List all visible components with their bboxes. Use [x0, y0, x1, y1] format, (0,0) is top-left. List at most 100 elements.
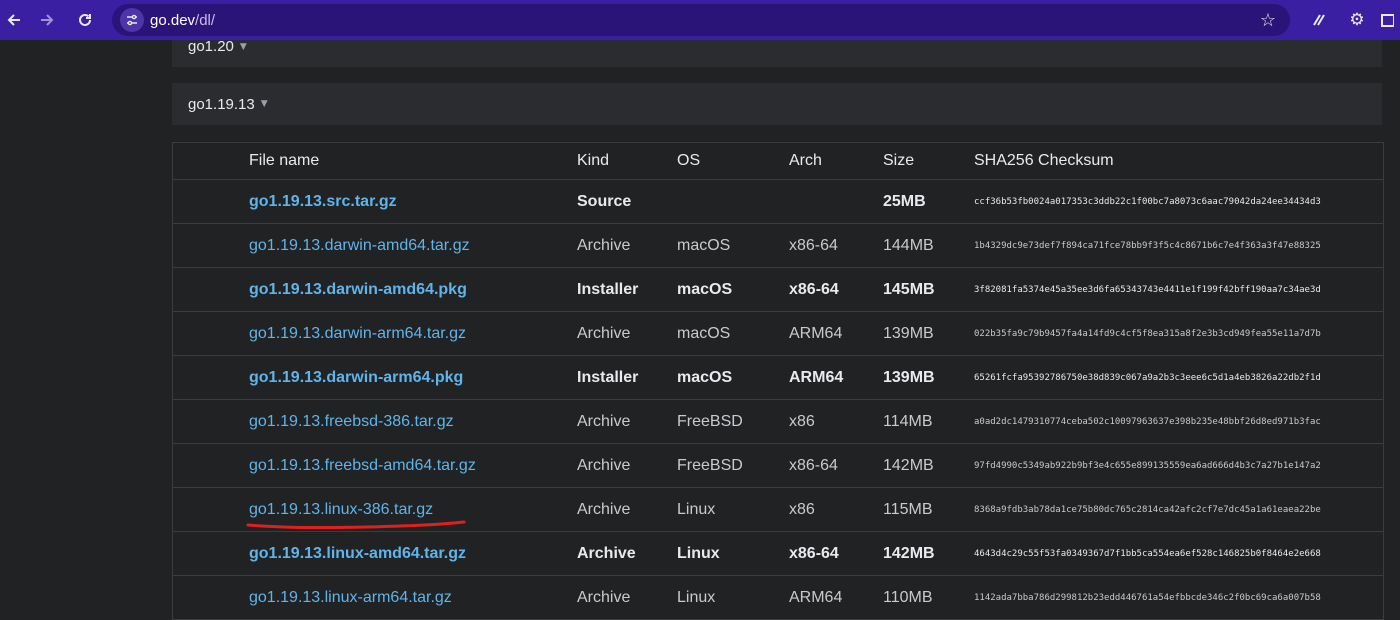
kind-cell: Installer	[577, 355, 677, 400]
checksum-cell: 8368a9fdb3ab78da1ce75b80dc765c2814ca42af…	[974, 487, 1383, 532]
arch-cell: x86-64	[789, 267, 883, 312]
os-cell: Linux	[677, 487, 789, 532]
checksum-cell: ccf36b53fb0024a017353c3ddb22c1f00bc7a807…	[974, 179, 1383, 224]
extension-icon[interactable]	[1304, 0, 1334, 40]
download-link[interactable]: go1.19.13.linux-amd64.tar.gz	[249, 545, 466, 562]
column-header: SHA256 Checksum	[974, 143, 1383, 180]
url-text: go.dev/dl/	[150, 12, 215, 29]
size-cell: 114MB	[883, 399, 974, 444]
arch-cell: x86-64	[789, 223, 883, 268]
file-name-cell: go1.19.13.linux-amd64.tar.gz	[249, 531, 577, 576]
size-cell: 145MB	[883, 267, 974, 312]
checksum-cell: 3f82081fa5374e45a35ee3d6fa65343743e4411e…	[974, 267, 1383, 312]
file-name-cell: go1.19.13.src.tar.gz	[249, 179, 577, 224]
table-row: go1.19.13.freebsd-386.tar.gz Archive FreeB…	[173, 399, 1383, 444]
kind-cell: Archive	[577, 311, 677, 356]
table-row: go1.19.13.linux-arm64.tar.gz Archive Linux…	[173, 575, 1383, 620]
download-link[interactable]: go1.19.13.src.tar.gz	[249, 193, 397, 210]
arch-cell: x86	[789, 487, 883, 532]
kind-cell: Installer	[577, 267, 677, 312]
download-link[interactable]: go1.19.13.linux-arm64.tar.gz	[249, 589, 452, 606]
download-link[interactable]: go1.19.13.darwin-amd64.pkg	[249, 281, 467, 298]
column-header: Arch	[789, 143, 883, 180]
os-cell: macOS	[677, 355, 789, 400]
checksum-cell: 97fd4990c5349ab922b9bf3e4c655e899135559e…	[974, 443, 1383, 488]
file-name-cell: go1.19.13.darwin-arm64.tar.gz	[249, 311, 577, 356]
kind-cell: Archive	[577, 399, 677, 444]
checksum-cell: 1142ada7bba786d299812b23edd446761a54efbb…	[974, 575, 1383, 620]
page-content: go1.20 ▼ go1.19.13 ▼ File name Kind OS A…	[0, 38, 1400, 620]
row-spacer	[173, 355, 249, 400]
size-cell: 110MB	[883, 575, 974, 620]
os-cell: macOS	[677, 311, 789, 356]
row-spacer	[173, 575, 249, 620]
chevron-down-icon: ▼	[239, 42, 247, 52]
file-name-cell: go1.19.13.freebsd-amd64.tar.gz	[249, 443, 577, 488]
download-link[interactable]: go1.19.13.darwin-arm64.pkg	[249, 369, 463, 386]
column-header: Kind	[577, 143, 677, 180]
back-arrow-icon[interactable]	[0, 0, 28, 40]
size-cell: 144MB	[883, 223, 974, 268]
size-cell: 25MB	[883, 179, 974, 224]
table-row: go1.19.13.darwin-arm64.tar.gz Archive macO…	[173, 311, 1383, 356]
row-spacer	[173, 487, 249, 532]
download-link[interactable]: go1.19.13.freebsd-386.tar.gz	[249, 413, 454, 430]
table-row: go1.19.13.linux-amd64.tar.gz Archive Linux…	[173, 531, 1383, 576]
kind-cell: Source	[577, 179, 677, 224]
download-link[interactable]: go1.19.13.freebsd-amd64.tar.gz	[249, 457, 476, 474]
downloads-table: File name Kind OS Arch Size SHA256 Check…	[172, 142, 1384, 620]
size-cell: 142MB	[883, 531, 974, 576]
row-spacer	[173, 267, 249, 312]
puzzle-icon[interactable]	[1380, 0, 1400, 40]
size-cell: 115MB	[883, 487, 974, 532]
checksum-cell: 65261fcfa95392786750e38d839c067a9a2b3c3e…	[974, 355, 1383, 400]
arch-cell: x86	[789, 399, 883, 444]
os-cell	[677, 179, 789, 224]
url-host: go.dev	[150, 11, 196, 29]
download-link[interactable]: go1.19.13.linux-386.tar.gz	[249, 501, 433, 518]
release-header-current[interactable]: go1.19.13 ▼	[172, 83, 1382, 125]
os-cell: FreeBSD	[677, 443, 789, 488]
row-spacer	[173, 531, 249, 576]
os-cell: macOS	[677, 223, 789, 268]
file-name-cell: go1.19.13.linux-arm64.tar.gz	[249, 575, 577, 620]
row-spacer	[173, 443, 249, 488]
kind-cell: Archive	[577, 223, 677, 268]
os-cell: FreeBSD	[677, 399, 789, 444]
row-spacer	[173, 399, 249, 444]
arch-cell	[789, 179, 883, 224]
forward-arrow-icon[interactable]	[32, 0, 62, 40]
os-cell: Linux	[677, 531, 789, 576]
reload-icon[interactable]	[70, 0, 100, 40]
arch-cell: ARM64	[789, 355, 883, 400]
gear-icon[interactable]: ⚙	[1342, 0, 1372, 40]
checksum-cell: 022b35fa9c79b9457fa4a14fd9c4cf5f8ea315a8…	[974, 311, 1383, 356]
red-underline-annotation	[246, 520, 466, 530]
kind-cell: Archive	[577, 487, 677, 532]
site-settings-icon[interactable]	[120, 8, 144, 32]
release-label: go1.20	[188, 38, 234, 55]
kind-cell: Archive	[577, 531, 677, 576]
browser-toolbar: go.dev/dl/ ☆ ⚙	[0, 0, 1400, 40]
size-cell: 139MB	[883, 355, 974, 400]
chevron-down-icon: ▼	[260, 99, 268, 109]
release-label: go1.19.13	[188, 95, 255, 113]
download-link[interactable]: go1.19.13.darwin-amd64.tar.gz	[249, 237, 470, 254]
file-name-cell: go1.19.13.darwin-amd64.pkg	[249, 267, 577, 312]
arch-cell: ARM64	[789, 311, 883, 356]
checksum-cell: 4643d4c29c55f53fa0349367d7f1bb5ca554ea6e…	[974, 531, 1383, 576]
checksum-cell: a0ad2dc1479310774ceba502c10097963637e398…	[974, 399, 1383, 444]
column-header: Size	[883, 143, 974, 180]
checksum-cell: 1b4329dc9e73def7f894ca71fce78bb9f3f5c4c8…	[974, 223, 1383, 268]
star-icon[interactable]: ☆	[1260, 10, 1276, 31]
file-name-cell: go1.19.13.freebsd-386.tar.gz	[249, 399, 577, 444]
release-header-prev[interactable]: go1.20 ▼	[172, 38, 1382, 67]
table-row: go1.19.13.darwin-amd64.tar.gz Archive macO…	[173, 223, 1383, 268]
file-name-cell: go1.19.13.darwin-arm64.pkg	[249, 355, 577, 400]
arch-cell: x86-64	[789, 443, 883, 488]
download-link[interactable]: go1.19.13.darwin-arm64.tar.gz	[249, 325, 466, 342]
url-path: /dl/	[195, 11, 216, 29]
address-bar[interactable]: go.dev/dl/ ☆	[112, 4, 1290, 36]
column-header: File name	[249, 143, 577, 180]
row-spacer	[173, 179, 249, 224]
